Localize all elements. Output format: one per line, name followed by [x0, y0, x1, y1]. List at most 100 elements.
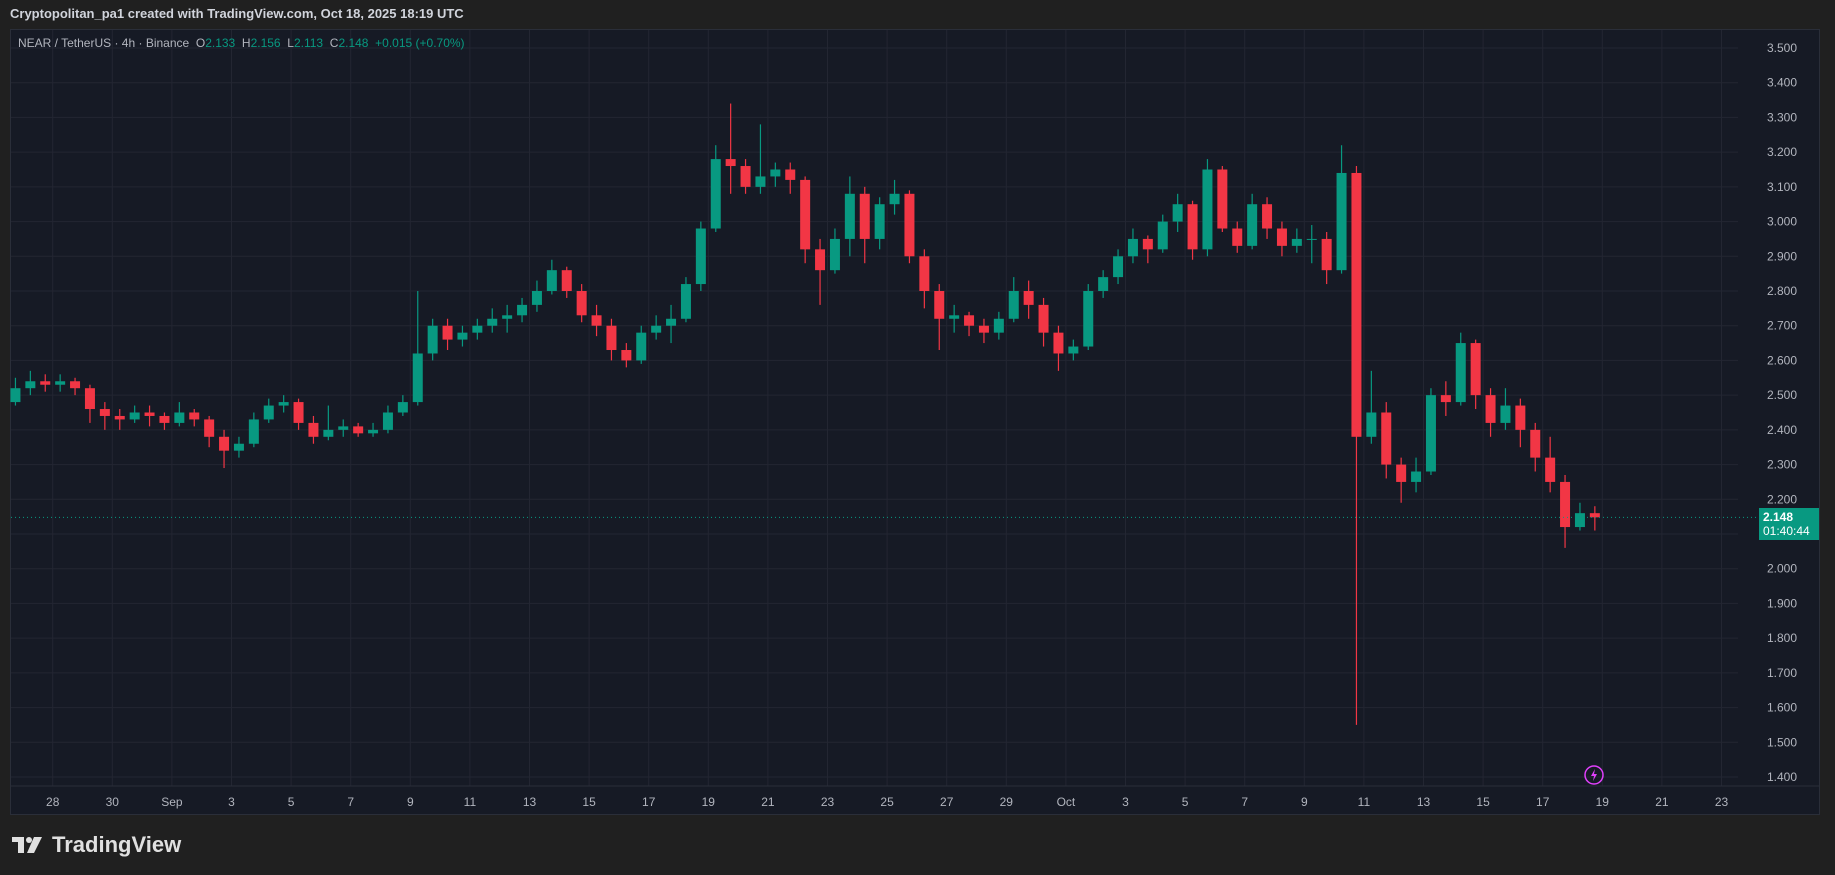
candle[interactable]: [1306, 225, 1317, 264]
candle[interactable]: [1247, 193, 1258, 250]
candle[interactable]: [368, 422, 379, 437]
candle[interactable]: [576, 284, 587, 323]
candle[interactable]: [10, 377, 21, 406]
candle[interactable]: [934, 284, 945, 351]
candle[interactable]: [889, 179, 900, 215]
candle[interactable]: [1351, 166, 1362, 725]
candle[interactable]: [1157, 214, 1168, 253]
candle[interactable]: [1172, 193, 1183, 232]
candlestick-chart[interactable]: 3.500 3.400 3.300 3.200 3.100 3.000 2.900 2.800…: [0, 0, 1835, 875]
candle[interactable]: [1589, 506, 1600, 531]
candle[interactable]: [919, 249, 930, 309]
candle[interactable]: [70, 377, 81, 396]
candle[interactable]: [755, 124, 766, 194]
candle[interactable]: [1038, 297, 1049, 347]
candle[interactable]: [323, 405, 334, 441]
candle[interactable]: [1127, 228, 1138, 264]
candle[interactable]: [159, 412, 170, 430]
candle[interactable]: [546, 259, 557, 295]
candle[interactable]: [55, 374, 66, 392]
candle[interactable]: [621, 343, 632, 368]
candle[interactable]: [651, 315, 662, 340]
candle[interactable]: [1500, 388, 1511, 430]
candle[interactable]: [114, 409, 125, 430]
candle[interactable]: [1366, 370, 1377, 444]
candle[interactable]: [99, 402, 110, 430]
candle[interactable]: [1515, 398, 1526, 448]
candle[interactable]: [174, 402, 185, 427]
candle[interactable]: [442, 318, 453, 351]
candle[interactable]: [800, 176, 811, 264]
candle[interactable]: [353, 422, 364, 437]
candle[interactable]: [874, 197, 885, 250]
candle[interactable]: [129, 405, 140, 423]
candle[interactable]: [844, 176, 855, 257]
candle[interactable]: [502, 304, 513, 333]
candle[interactable]: [293, 398, 304, 430]
candle[interactable]: [517, 297, 528, 323]
candle[interactable]: [740, 159, 751, 194]
candle[interactable]: [487, 308, 498, 333]
candle[interactable]: [1411, 457, 1422, 493]
candle[interactable]: [1545, 436, 1556, 493]
candle[interactable]: [263, 398, 274, 423]
candle[interactable]: [636, 325, 647, 364]
candle[interactable]: [978, 318, 989, 344]
candle[interactable]: [1202, 159, 1213, 257]
candle[interactable]: [770, 162, 781, 187]
candle[interactable]: [457, 325, 468, 347]
candle[interactable]: [1425, 388, 1436, 475]
candle[interactable]: [1008, 277, 1019, 323]
candle[interactable]: [1083, 284, 1094, 351]
price-axis[interactable]: 3.500 3.400 3.300 3.200 3.100 3.000 2.900 2.800…: [1767, 41, 1797, 784]
symbol-info[interactable]: NEAR / TetherUS · 4h · Binance: [18, 36, 189, 50]
candle[interactable]: [278, 395, 289, 413]
candle[interactable]: [412, 290, 423, 406]
candle[interactable]: [1068, 339, 1079, 361]
candle[interactable]: [338, 419, 349, 437]
candle[interactable]: [695, 221, 706, 291]
candle[interactable]: [1113, 249, 1124, 285]
candle[interactable]: [144, 405, 155, 427]
candle[interactable]: [1232, 221, 1243, 253]
candle[interactable]: [1187, 200, 1198, 260]
candle[interactable]: [233, 436, 244, 458]
candle[interactable]: [1321, 231, 1332, 285]
candle[interactable]: [427, 318, 438, 361]
candle[interactable]: [785, 162, 796, 194]
time-axis[interactable]: 28 30 Sep 3 5 7 9 11 13 15 17 19 21 23 25 27 29 Oct 3 5 7 9 11…: [11, 785, 1819, 809]
candle[interactable]: [561, 266, 572, 298]
candle[interactable]: [219, 429, 230, 469]
candle[interactable]: [904, 190, 915, 264]
candle[interactable]: [1455, 332, 1466, 406]
candle[interactable]: [1053, 325, 1064, 371]
candle[interactable]: [949, 304, 960, 333]
candle[interactable]: [710, 145, 721, 232]
candle[interactable]: [1276, 221, 1287, 257]
lightning-icon[interactable]: [1584, 765, 1604, 785]
candle[interactable]: [40, 374, 51, 392]
candle[interactable]: [1574, 502, 1585, 531]
candle[interactable]: [1440, 381, 1451, 416]
candle[interactable]: [1336, 145, 1347, 274]
candle[interactable]: [993, 311, 1004, 340]
candle[interactable]: [382, 405, 393, 434]
candle[interactable]: [308, 415, 319, 444]
candle[interactable]: [25, 370, 36, 396]
candle[interactable]: [1023, 280, 1034, 319]
candle[interactable]: [397, 395, 408, 416]
candle[interactable]: [591, 304, 602, 337]
candle[interactable]: [472, 318, 483, 340]
candle[interactable]: [680, 277, 691, 323]
candle[interactable]: [1262, 197, 1273, 239]
candle[interactable]: [859, 186, 870, 264]
candle[interactable]: [1560, 474, 1571, 548]
candle[interactable]: [815, 238, 826, 305]
candle[interactable]: [666, 304, 677, 344]
candle[interactable]: [606, 318, 617, 361]
tradingview-logo[interactable]: TradingView: [12, 832, 181, 858]
candle[interactable]: [1381, 402, 1392, 479]
candle[interactable]: [204, 415, 215, 448]
candle[interactable]: [248, 412, 259, 448]
candle[interactable]: [1217, 166, 1228, 232]
